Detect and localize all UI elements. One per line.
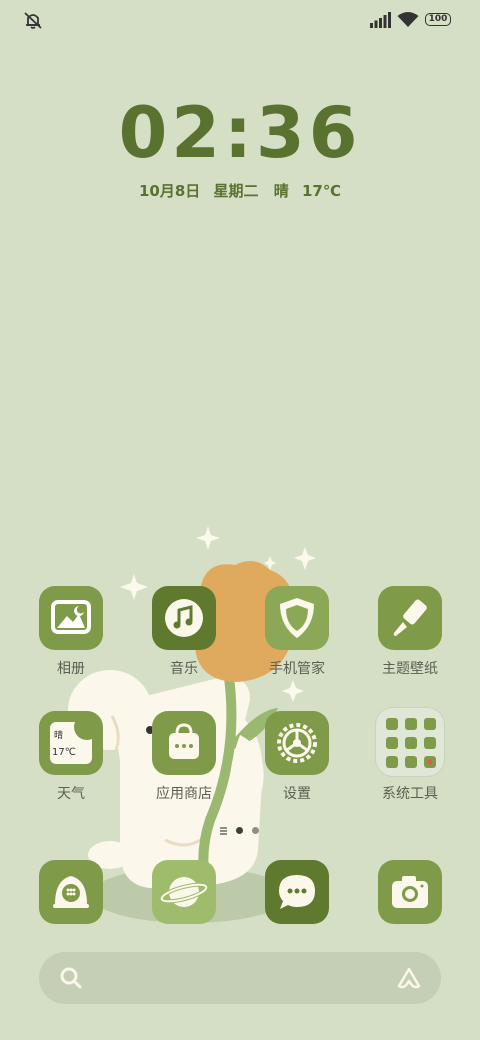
app-folder-system-tools[interactable]: 系统工具 xyxy=(365,707,455,821)
app-label: 主题壁纸 xyxy=(382,661,438,677)
system-tools-folder-icon xyxy=(375,707,445,777)
theme-brush-icon xyxy=(378,586,442,650)
date-weather-line[interactable]: 10月8日 星期二 晴 17℃ xyxy=(0,180,480,201)
camera-icon xyxy=(378,860,442,924)
app-label: 手机管家 xyxy=(269,661,325,677)
settings-gear-icon xyxy=(265,711,329,775)
music-icon xyxy=(152,586,216,650)
dock-camera[interactable] xyxy=(365,860,455,926)
app-store-bag-icon xyxy=(152,711,216,775)
app-security-manager[interactable]: 手机管家 xyxy=(252,586,342,696)
wifi-icon xyxy=(397,12,419,27)
security-shield-icon xyxy=(265,586,329,650)
muted-notification-icon xyxy=(24,12,42,29)
weather-icon: 晴 17℃ xyxy=(39,711,103,775)
dock-phone[interactable] xyxy=(26,860,116,926)
app-label: 相册 xyxy=(57,661,85,677)
weather-mini-condition: 晴 xyxy=(54,731,64,741)
temperature-text: 17℃ xyxy=(302,182,342,200)
search-bar[interactable] xyxy=(39,952,441,1004)
battery-indicator: 100 xyxy=(425,13,451,26)
page-dot-active xyxy=(236,827,243,834)
dock-messages[interactable] xyxy=(252,860,342,926)
status-bar: 100 xyxy=(0,0,480,40)
page-dot xyxy=(252,827,259,834)
app-label: 音乐 xyxy=(170,661,198,677)
phone-icon xyxy=(39,860,103,924)
clock-time[interactable]: 02:36 xyxy=(0,92,480,174)
app-theme-wallpaper[interactable]: 主题壁纸 xyxy=(365,586,455,696)
gallery-icon xyxy=(39,586,103,650)
messages-icon xyxy=(265,860,329,924)
app-label: 应用商店 xyxy=(156,786,212,802)
assistant-icon[interactable] xyxy=(395,964,423,992)
weather-mini-temp: 17℃ xyxy=(52,747,76,758)
battery-level: 100 xyxy=(428,14,448,24)
app-label: 天气 xyxy=(57,786,85,802)
signal-bars-icon xyxy=(370,12,391,28)
app-weather[interactable]: 晴 17℃ 天气 xyxy=(26,711,116,821)
app-label: 系统工具 xyxy=(382,786,438,802)
app-settings[interactable]: 设置 xyxy=(252,711,342,821)
app-gallery[interactable]: 相册 xyxy=(26,586,116,696)
browser-planet-icon xyxy=(152,860,216,924)
app-music[interactable]: 音乐 xyxy=(139,586,229,696)
search-icon[interactable] xyxy=(59,966,83,990)
date-text: 10月8日 xyxy=(138,182,201,200)
weather-mini-card: 晴 17℃ xyxy=(50,714,100,764)
page-indicator[interactable] xyxy=(216,824,264,838)
weekday-text: 星期二 xyxy=(213,182,259,200)
weather-text: 晴 xyxy=(273,182,289,200)
app-store[interactable]: 应用商店 xyxy=(139,711,229,821)
page-indicator-menu xyxy=(220,827,227,829)
dock-browser[interactable] xyxy=(139,860,229,926)
app-label: 设置 xyxy=(283,786,311,802)
